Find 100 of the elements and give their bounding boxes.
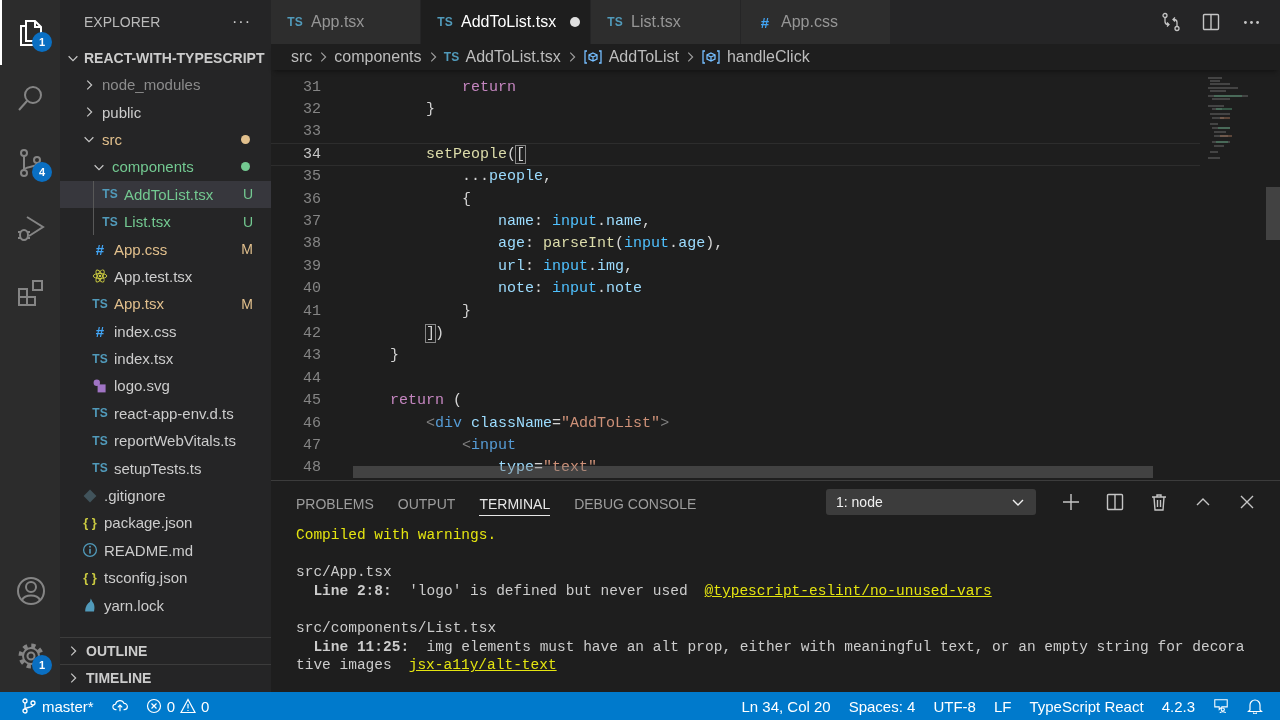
ts-icon: TS (92, 406, 108, 421)
punctuation: , (624, 257, 634, 275)
identifier: url (498, 257, 526, 275)
ts-icon: TS (443, 50, 460, 64)
project-header[interactable]: REACT-WITH-TYPESCRIPT (60, 44, 271, 71)
tree-item[interactable]: components (60, 153, 271, 181)
tree-item[interactable]: yarn.lock (60, 591, 271, 619)
punctuation: : (534, 280, 545, 298)
warning-icon (180, 698, 197, 714)
editor-tab[interactable]: # App.css (741, 0, 891, 44)
tree-item[interactable]: { } tsconfig.json (60, 564, 271, 592)
tree-item[interactable]: src (60, 125, 271, 154)
panel-tab[interactable]: OUTPUT (397, 488, 456, 516)
hash-icon: # (92, 322, 108, 340)
tree-item[interactable]: .gitignore (60, 481, 271, 510)
info-icon (82, 542, 98, 559)
matched-bracket: ] (426, 325, 436, 342)
punctuation: ) (435, 325, 445, 342)
activity-button[interactable]: 1 (0, 623, 60, 688)
problems-button[interactable]: 0 0 (136, 692, 219, 720)
identifier: input (543, 257, 589, 275)
scrollbar-thumb[interactable] (1266, 187, 1280, 240)
rule-link[interactable]: @typescript-eslint/no-unused-vars (704, 583, 992, 600)
breadcrumb[interactable]: components (334, 48, 422, 66)
tree-item[interactable]: TS List.tsx U (60, 207, 271, 236)
more-button[interactable]: ··· (232, 13, 251, 31)
hash-icon: # (757, 13, 773, 31)
tree-item[interactable]: { } package.json (60, 509, 271, 537)
diamond-icon (82, 487, 98, 504)
line-number: 33 (302, 123, 321, 141)
line-number: 47 (302, 436, 321, 454)
person-icon (15, 574, 47, 607)
split-icon (1201, 12, 1221, 32)
git-status: U (242, 213, 253, 230)
plus-icon (1061, 492, 1081, 512)
status-item[interactable]: 4.2.3 (1152, 692, 1204, 720)
tree-item[interactable]: TS react-app-env.d.ts (60, 399, 271, 428)
hash-icon: # (92, 240, 108, 258)
shapes-icon (92, 378, 108, 394)
status-item[interactable]: LF (984, 692, 1021, 720)
unsaved-dot (570, 17, 581, 27)
punctuation: . (669, 235, 679, 253)
string-literal: "text" (543, 459, 598, 477)
punctuation: : (525, 235, 536, 253)
tree-item[interactable]: logo.svg (60, 372, 271, 400)
tree-item[interactable]: TS App.tsx M (60, 290, 271, 318)
breadcrumb[interactable]: handleClick (700, 48, 810, 66)
tree-item[interactable]: # index.css (60, 317, 271, 345)
braces-icon: { } (82, 570, 98, 586)
status-item[interactable]: Spaces: 4 (839, 692, 925, 720)
cube-icon (700, 49, 721, 65)
tree-item[interactable]: node_modules (60, 71, 271, 99)
editor-tab[interactable]: TS AddToList.tsx (421, 0, 591, 44)
line-number: 43 (302, 347, 321, 365)
tree-item[interactable]: TS AddToList.tsx U (60, 180, 271, 208)
breadcrumb[interactable]: AddToList (582, 48, 679, 66)
terminal-select[interactable]: 1: node (826, 489, 1036, 515)
identifier: input (552, 213, 598, 231)
punctuation: ( (615, 235, 625, 253)
editor-tab[interactable]: TS List.tsx (591, 0, 741, 44)
panel-tab[interactable]: DEBUG CONSOLE (574, 488, 697, 516)
tree-item[interactable]: App.test.tsx (60, 262, 271, 291)
atom-icon (92, 268, 108, 285)
punctuation: . (588, 257, 598, 275)
identifier: name (498, 213, 535, 231)
status-item[interactable]: Ln 34, Col 20 (732, 692, 840, 720)
tag-name: input (471, 436, 517, 454)
line-number: 36 (302, 190, 321, 208)
rule-link[interactable]: jsx-a11y/alt-text (408, 657, 557, 674)
panel-tab[interactable]: TERMINAL (479, 488, 551, 516)
git-status: M (241, 241, 253, 258)
matched-bracket: [ (516, 145, 526, 163)
tree-item[interactable]: README.md (60, 536, 271, 565)
tree-item[interactable]: TS setupTests.ts (60, 454, 271, 482)
panel-tab[interactable]: PROBLEMS (296, 488, 374, 516)
ts-icon: TS (607, 15, 623, 29)
activity-button[interactable]: 4 (0, 130, 60, 195)
compare-icon (1161, 12, 1181, 32)
breadcrumb[interactable]: TS AddToList.tsx (443, 48, 561, 66)
bell-icon (1247, 698, 1263, 714)
cloud-upload-icon (111, 698, 128, 714)
status-item[interactable]: TypeScript React (1020, 692, 1153, 720)
terminal-text: Line 2:8: 'logo' is defined but never used (313, 583, 688, 600)
branch-button[interactable]: master* (12, 692, 103, 720)
ts-icon: TS (92, 296, 108, 311)
status-item[interactable]: UTF-8 (924, 692, 985, 720)
tree-item[interactable]: # App.css M (60, 235, 271, 263)
error-icon (145, 698, 162, 714)
tree-item[interactable]: public (60, 98, 271, 126)
line-number: 34 (302, 145, 321, 163)
identifier: input (552, 280, 598, 298)
punctuation: ), (705, 235, 724, 253)
tree-item[interactable]: TS index.tsx (60, 344, 271, 373)
count-badge: 1 (32, 32, 52, 52)
tree-item[interactable]: TS reportWebVitals.ts (60, 427, 271, 455)
tag-name: div (435, 414, 463, 432)
terminal-text: Line 11:25: img elements must have an alt prop, either with meaningful text, or an empty string for decora (313, 638, 1245, 655)
breadcrumb[interactable]: src (291, 48, 313, 66)
tag-bracket: > (660, 414, 670, 432)
editor-tab[interactable]: TS App.tsx (271, 0, 421, 44)
